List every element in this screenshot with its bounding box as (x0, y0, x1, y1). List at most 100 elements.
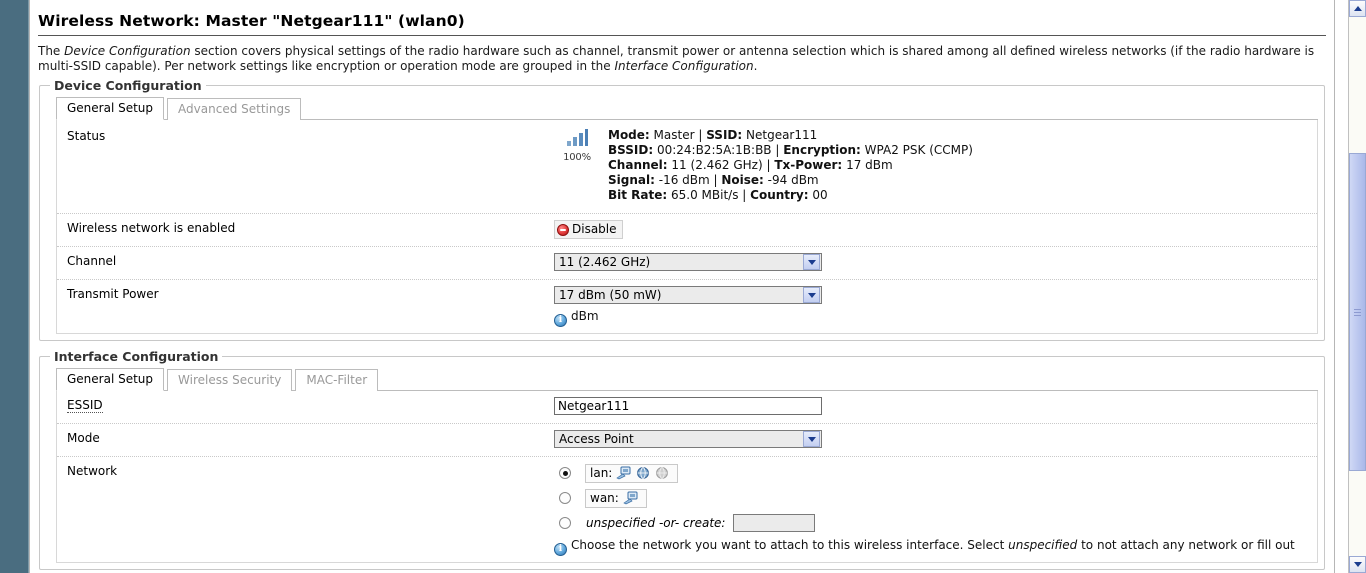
chevron-down-icon[interactable] (803, 287, 820, 303)
device-config-table: Status 100% Mode: Master | SSID: Netgear… (56, 120, 1318, 334)
status-val-encryption: WPA2 PSK (CCMP) (864, 143, 973, 157)
info-icon: i (554, 314, 567, 327)
wireless-enabled-value: Disable (554, 220, 1317, 239)
radio-unspecified-create[interactable] (559, 517, 571, 529)
chevron-down-icon (1353, 562, 1362, 567)
transmit-power-hint-text: dBm (571, 309, 599, 323)
mode-select-value: Access Point (559, 432, 634, 446)
tab-device-advanced-settings[interactable]: Advanced Settings (167, 98, 302, 120)
info-icon: i (554, 543, 567, 556)
zone-badge-wan[interactable]: wan: (585, 488, 647, 508)
chevron-down-icon[interactable] (803, 431, 820, 447)
essid-input[interactable] (554, 397, 822, 415)
status-val-noise: -94 dBm (767, 173, 819, 187)
row-wireless-enabled: Wireless network is enabled Disable (57, 214, 1317, 247)
chevron-up-icon (1353, 6, 1362, 11)
network-value: lan: wan: unspecified -or- create: i Cho… (554, 463, 1317, 556)
browser-window: Wireless Network: Master "Netgear111" (w… (0, 0, 1366, 573)
network-option-wan[interactable]: wan: (554, 488, 1309, 508)
network-hint-emphasis: unspecified (1008, 538, 1078, 552)
transmit-power-select[interactable]: 17 dBm (50 mW) (554, 286, 822, 304)
zone-badge-lan[interactable]: lan: (585, 463, 679, 483)
scroll-up-button[interactable] (1349, 0, 1366, 17)
disable-button-label: Disable (572, 222, 617, 236)
network-option-lan[interactable]: lan: (554, 463, 1309, 483)
desc-emphasis-device-config: Device Configuration (64, 44, 191, 58)
vertical-scrollbar[interactable] (1348, 0, 1366, 573)
mode-select[interactable]: Access Point (554, 430, 822, 448)
scroll-down-button[interactable] (1349, 556, 1366, 573)
status-key-bitrate: Bit Rate: (608, 188, 668, 202)
tab-wireless-security[interactable]: Wireless Security (167, 369, 293, 391)
page-background-left (0, 0, 29, 573)
wifi-active-icon (637, 467, 650, 479)
channel-label: Channel (67, 254, 117, 268)
essid-label-text: ESSID (67, 398, 103, 413)
network-hint-tail: to not attach any network or fill out (1077, 538, 1295, 552)
desc-part-1: The (38, 44, 65, 58)
network-option-create[interactable]: unspecified -or- create: (554, 513, 1309, 533)
page-description: The Device Configuration section covers … (38, 44, 1326, 74)
transmit-power-value: 17 dBm (50 mW) i dBm (554, 286, 1317, 327)
mode-value: Access Point (554, 430, 1317, 448)
scrollbar-grip (1354, 307, 1361, 318)
channel-value: 11 (2.462 GHz) (554, 253, 1317, 271)
unspecified-create-label: unspecified -or- create: (586, 516, 726, 530)
device-configuration-panel: Device Configuration General Setup Advan… (39, 78, 1325, 341)
radio-lan[interactable] (559, 467, 571, 479)
status-key-signal: Signal: (608, 173, 655, 187)
network-hint: i Choose the network you want to attach t… (554, 538, 1309, 556)
transmit-power-hint: i dBm (554, 309, 1309, 327)
desc-part-3: . (753, 59, 758, 73)
row-essid: ESSID (57, 391, 1317, 424)
signal-strength-indicator: 100% (554, 128, 600, 163)
interface-config-tabs: General Setup Wireless Security MAC-Filt… (56, 368, 1318, 391)
status-key-txpower: Tx-Power: (774, 158, 843, 172)
create-network-input[interactable] (733, 514, 816, 532)
ethernet-icon (623, 491, 638, 505)
desc-emphasis-interface-config: Interface Configuration (614, 59, 754, 73)
ethernet-icon (616, 466, 631, 480)
status-key-noise: Noise: (721, 173, 764, 187)
wifi-inactive-icon (656, 467, 669, 479)
essid-label: ESSID (57, 397, 554, 413)
device-configuration-legend: Device Configuration (54, 78, 202, 93)
row-network: Network lan: wan: unspecified -or- creat… (57, 457, 1317, 562)
status-val-bssid: 00:24:B2:5A:1B:BB (656, 143, 772, 157)
status-key-mode: Mode: (608, 128, 650, 142)
status-details: Mode: Master | SSID: Netgear111 BSSID: 0… (608, 128, 973, 203)
chevron-down-icon[interactable] (803, 254, 820, 270)
row-channel: Channel 11 (2.462 GHz) (57, 247, 1317, 280)
scrollbar-track[interactable] (1349, 17, 1366, 556)
interface-configuration-panel: Interface Configuration General Setup Wi… (39, 349, 1325, 570)
page-content: Wireless Network: Master "Netgear111" (w… (29, 0, 1335, 573)
status-line-mode: Mode: Master | SSID: Netgear111 (608, 128, 818, 142)
tab-device-general-setup[interactable]: General Setup (56, 97, 165, 120)
status-val-ssid: Netgear111 (746, 128, 818, 142)
signal-percent: 100% (563, 152, 591, 163)
scrollbar-thumb[interactable] (1349, 153, 1366, 471)
status-val-country: 00 (812, 188, 828, 202)
tab-mac-filter[interactable]: MAC-Filter (295, 369, 379, 391)
zone-badge-wan-label: wan: (590, 491, 619, 505)
status-line-bssid: BSSID: 00:24:B2:5A:1B:BB | Encryption: W… (608, 143, 973, 157)
page-title: Wireless Network: Master "Netgear111" (w… (38, 12, 1326, 36)
wireless-enabled-label: Wireless network is enabled (67, 221, 236, 235)
status-val-mode: Master (653, 128, 695, 142)
status-val-bitrate: 65.0 MBit/s (671, 188, 739, 202)
mode-label: Mode (67, 431, 100, 445)
status-value: 100% Mode: Master | SSID: Netgear111 BSS… (554, 128, 1317, 203)
status-key-country: Country: (750, 188, 809, 202)
device-config-tabs: General Setup Advanced Settings (56, 97, 1318, 120)
status-line-bitrate: Bit Rate: 65.0 MBit/s | Country: 00 (608, 188, 828, 202)
interface-configuration-legend: Interface Configuration (54, 349, 219, 364)
tab-interface-general-setup[interactable]: General Setup (56, 368, 165, 391)
channel-select[interactable]: 11 (2.462 GHz) (554, 253, 822, 271)
row-status: Status 100% Mode: Master | SSID: Netgear… (57, 120, 1317, 214)
status-val-channel: 11 (2.462 GHz) (671, 158, 763, 172)
radio-wan[interactable] (559, 492, 571, 504)
interface-config-table: ESSID Mode Access Point (56, 391, 1318, 563)
disable-button[interactable]: Disable (554, 220, 623, 239)
channel-select-value: 11 (2.462 GHz) (559, 255, 651, 269)
status-key-bssid: BSSID: (608, 143, 654, 157)
